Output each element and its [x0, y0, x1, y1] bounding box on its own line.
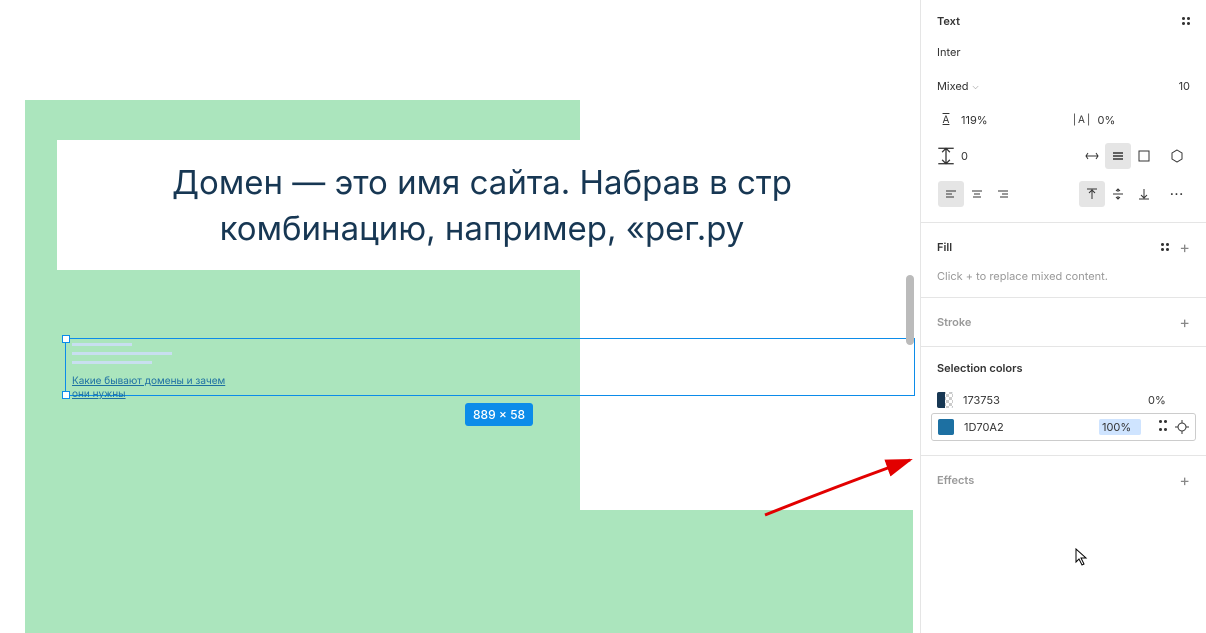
color-opacity-value[interactable]: 0% [1148, 393, 1190, 407]
font-size-input[interactable]: 10 [1179, 79, 1190, 93]
color-swatch[interactable] [937, 392, 953, 408]
selection-colors-section: Selection colors 173753 0% 1D70A2 100% [921, 347, 1206, 456]
auto-width-height-group [1078, 142, 1158, 170]
properties-panel: Text Inter Mixed ⌵ 10 A 119% |A| 0% [920, 0, 1206, 633]
style-picker-icon[interactable] [1159, 420, 1167, 434]
vertical-align-group [1078, 180, 1158, 208]
selection-colors-title: Selection colors [937, 361, 1023, 375]
stroke-section-title: Stroke [937, 315, 971, 329]
color-opacity-value[interactable]: 100% [1099, 419, 1141, 435]
fixed-size-button[interactable] [1131, 143, 1157, 169]
letter-spacing-input[interactable]: |A| 0% [1074, 111, 1191, 129]
color-hex-value[interactable]: 173753 [963, 393, 1138, 407]
frame-green-bottom[interactable] [243, 510, 913, 633]
add-effect-button[interactable]: + [1179, 470, 1190, 490]
align-center-button[interactable] [964, 181, 990, 207]
color-row-1d70a2[interactable]: 1D70A2 100% [931, 413, 1196, 441]
resize-handle-bl[interactable] [62, 391, 70, 399]
auto-width-button[interactable] [1079, 143, 1105, 169]
text-settings-button[interactable] [1164, 143, 1190, 169]
font-family-select[interactable]: Inter [937, 45, 961, 59]
drag-handle-icon[interactable] [1182, 17, 1190, 25]
line-height-icon: A [937, 111, 955, 129]
heading-line-2: комбинацию, например, «рег.ру [220, 205, 745, 251]
font-weight-value: Mixed [937, 79, 969, 93]
target-icon[interactable] [1175, 420, 1189, 434]
auto-height-button[interactable] [1105, 143, 1131, 169]
align-middle-button[interactable] [1105, 181, 1131, 207]
horizontal-align-group [937, 180, 1017, 208]
heading-line-1: Домен — это имя сайта. Набрав в стр [172, 159, 792, 205]
selection-size-badge: 889 × 58 [465, 403, 533, 426]
fill-section-title: Fill [937, 240, 952, 254]
fill-section: Fill + Click + to replace mixed content. [921, 223, 1206, 298]
color-hex-value[interactable]: 1D70A2 [964, 420, 1089, 434]
paragraph-spacing-input[interactable]: 0 [937, 147, 968, 165]
align-right-button[interactable] [990, 181, 1016, 207]
color-swatch[interactable] [938, 419, 954, 435]
align-top-button[interactable] [1079, 181, 1105, 207]
effects-section: Effects + [921, 456, 1206, 504]
stroke-section: Stroke + [921, 298, 1206, 347]
letter-spacing-icon: |A| [1074, 111, 1092, 129]
effects-section-title: Effects [937, 473, 974, 487]
mouse-cursor-icon [1075, 548, 1089, 566]
more-options-button[interactable]: ··· [1164, 181, 1190, 207]
align-left-button[interactable] [938, 181, 964, 207]
resize-handle-tl[interactable] [62, 335, 70, 343]
line-height-input[interactable]: A 119% [937, 111, 1054, 129]
font-weight-select[interactable]: Mixed ⌵ [937, 79, 979, 93]
canvas-area[interactable]: Домен — это имя сайта. Набрав в стр комб… [0, 0, 920, 633]
text-section: Text Inter Mixed ⌵ 10 A 119% |A| 0% [921, 0, 1206, 223]
heading-text-block[interactable]: Домен — это имя сайта. Набрав в стр комб… [57, 140, 907, 270]
link-text-element[interactable]: Какие бывают домены и зачем они нужны [72, 375, 227, 401]
align-bottom-button[interactable] [1131, 181, 1157, 207]
color-row-173753[interactable]: 173753 0% [937, 387, 1190, 413]
canvas-scrollbar[interactable] [906, 275, 914, 345]
fill-hint-text: Click + to replace mixed content. [937, 269, 1190, 283]
paragraph-spacing-icon [937, 147, 955, 165]
styles-icon[interactable] [1161, 243, 1169, 251]
add-stroke-button[interactable]: + [1179, 312, 1190, 332]
add-fill-button[interactable]: + [1179, 237, 1190, 257]
chevron-down-icon: ⌵ [973, 81, 979, 92]
text-section-title: Text [937, 14, 960, 28]
